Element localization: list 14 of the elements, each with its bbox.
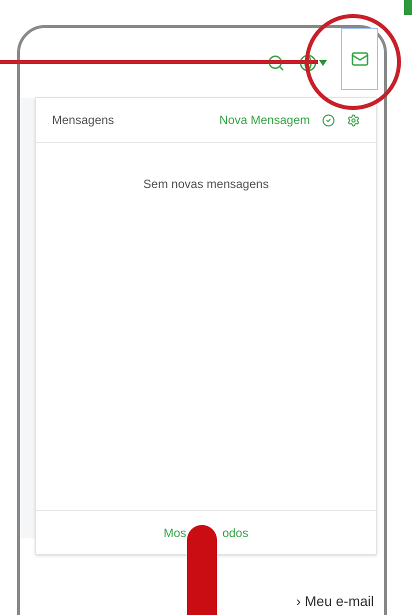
dropdown-title: Mensagens	[52, 112, 114, 129]
my-email-link[interactable]: Meu e-mail	[304, 591, 374, 612]
language-button[interactable]	[299, 54, 327, 72]
caret-icon	[319, 60, 327, 66]
search-icon[interactable]	[267, 54, 285, 72]
settings-icon[interactable]	[347, 114, 360, 126]
check-icon[interactable]	[322, 114, 335, 126]
show-all-link-text[interactable]: Mos	[164, 524, 186, 542]
new-message-link[interactable]: Nova Mensagem	[219, 111, 310, 129]
chevron-text: ›	[296, 592, 301, 611]
show-all-link-text[interactable]: odos	[222, 524, 248, 542]
mail-icon	[350, 50, 368, 68]
messages-button[interactable]	[341, 28, 378, 90]
empty-message: Sem novas mensagens	[143, 176, 269, 193]
